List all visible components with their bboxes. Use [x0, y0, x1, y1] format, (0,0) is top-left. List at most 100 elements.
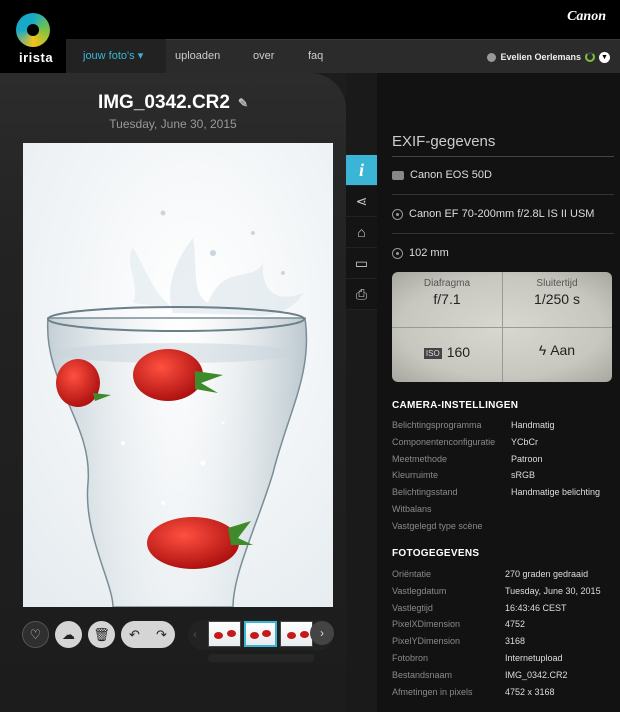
chevron-left-icon[interactable]: ‹ [188, 623, 202, 647]
info-row: Componentenconfiguratie YCbCr [392, 437, 616, 453]
focal-length: 102 mm [409, 247, 449, 259]
aperture-value: f/7.1 [433, 291, 461, 307]
iso-icon: ISO [423, 347, 442, 359]
info-key: Witbalans [392, 504, 432, 514]
info-row: Witbalans [392, 504, 616, 520]
divider [392, 233, 614, 234]
info-row: PixelYDimension 3168 [392, 636, 616, 652]
info-key: Componentenconfiguratie [392, 436, 496, 447]
thumbnail-selected[interactable] [244, 621, 277, 647]
info-value: Handmatige belichting [511, 487, 601, 498]
rotate-group: ↶ ↷ [121, 621, 175, 648]
info-row: Afmetingen in pixels 4752 x 3168 [392, 687, 616, 703]
rotate-right-icon[interactable]: ↷ [148, 621, 175, 648]
file-title: IMG_0342.CR2 ✎ [0, 92, 346, 114]
user-name: Evelien Oerlemans [500, 52, 581, 62]
iso-value: 160 [446, 344, 471, 360]
info-row: Oriëntatie 270 graden gedraaid [392, 569, 616, 585]
nav-uploaden[interactable]: uploaden [175, 40, 220, 74]
shutter-label: Sluitertijd [536, 278, 578, 289]
focal-length-icon [392, 247, 403, 259]
info-value: Tuesday, June 30, 2015 [505, 585, 601, 596]
camera-settings-title: CAMERA-INSTELLINGEN [392, 400, 519, 411]
print-icon[interactable]: ⎙ [346, 279, 377, 310]
share-icon[interactable]: ⋖ [346, 186, 377, 217]
info-row: Fotobron Internetupload [392, 653, 616, 669]
shutter-value: 1/250 s [534, 291, 580, 307]
canon-brand: Canon [567, 9, 606, 24]
info-value: Internetupload [505, 653, 563, 663]
info-key: Meetmethode [392, 453, 448, 464]
download-cloud-icon[interactable]: ☁ [55, 621, 82, 648]
nav-label: jouw foto's [83, 50, 135, 62]
nav-faq[interactable]: faq [308, 40, 323, 74]
chevron-right-icon[interactable]: › [310, 621, 334, 645]
info-key: Kleurruimte [392, 470, 439, 481]
exposure-lcd: Diafragma f/7.1 Sluitertijd 1/250 s ISO 1… [392, 272, 612, 382]
info-key: Belichtingsprogramma [392, 420, 482, 430]
info-key: Vastgelegd type scène [392, 520, 483, 531]
trash-icon[interactable]: 🗑 [88, 621, 115, 648]
exif-title: EXIF-gegevens [392, 133, 496, 150]
info-value: 16:43:46 CEST [505, 602, 567, 613]
info-value: 3168 [505, 636, 526, 647]
photo-date: Tuesday, June 30, 2015 [109, 117, 237, 131]
album-icon[interactable]: ▭ [346, 248, 377, 279]
aperture-label: Diafragma [423, 278, 471, 289]
flash-cell: ϟ Aan [502, 340, 612, 358]
main-nav: jouw foto's ▾ uploaden over faq Evelien … [66, 39, 620, 73]
thumbnail[interactable] [208, 621, 241, 647]
info-icon[interactable]: i [346, 155, 377, 186]
iso-cell: ISO 160 [392, 342, 502, 360]
flash-value: Aan [550, 342, 576, 358]
nav-over[interactable]: over [253, 40, 274, 74]
info-key: Vastlegtijd [392, 602, 433, 613]
photo-data-title: FOTOGEGEVENS [392, 548, 480, 559]
pencil-icon[interactable]: ✎ [238, 96, 248, 110]
thumbnail-scrollbar[interactable] [208, 654, 314, 662]
storage-indicator-icon [585, 52, 595, 62]
info-row: Meetmethode Patroon [392, 454, 616, 470]
info-key: Oriëntatie [392, 569, 432, 579]
thumbnail[interactable] [280, 621, 313, 647]
info-row: Vastlegtijd 16:43:46 CEST [392, 603, 616, 619]
user-menu[interactable]: Evelien Oerlemans ▼ [487, 40, 610, 74]
info-row: Vastgelegd type scène [392, 521, 616, 537]
lens-icon [392, 208, 403, 220]
info-value: YCbCr [511, 436, 539, 447]
thumbnail-strip: ‹ › [188, 620, 334, 650]
chevron-down-icon: ▾ [137, 50, 144, 62]
divider [392, 156, 614, 157]
photo-preview[interactable] [23, 143, 333, 607]
info-key: PixelXDimension [392, 619, 461, 630]
favorite-heart-icon[interactable]: ♡ [22, 621, 49, 648]
info-value: Handmatig [511, 420, 555, 430]
camera-model: Canon EOS 50D [410, 169, 492, 181]
user-icon [487, 52, 497, 62]
side-tabs: i ⋖ ⌂ ▭ ⎙ [346, 155, 377, 310]
flash-icon: ϟ [538, 342, 547, 358]
info-value: IMG_0342.CR2 [505, 669, 568, 680]
shutter-cell: Sluitertijd 1/250 s [502, 278, 612, 307]
info-value: sRGB [511, 470, 536, 481]
rotate-left-icon[interactable]: ↶ [121, 621, 148, 648]
file-name: IMG_0342.CR2 [97, 92, 230, 113]
camera-row: Canon EOS 50D [392, 169, 492, 181]
tag-icon[interactable]: ⌂ [346, 217, 377, 248]
logo-text: irista [19, 50, 54, 65]
top-header: irista Canon jouw foto's ▾ uploaden over… [0, 0, 620, 73]
aperture-cell: Diafragma f/7.1 [392, 278, 502, 307]
chevron-down-icon[interactable]: ▼ [599, 51, 610, 63]
info-value: 4752 [505, 619, 526, 630]
nav-jouw-fotos[interactable]: jouw foto's ▾ [83, 40, 143, 74]
irista-logo-icon [16, 13, 50, 47]
info-key: Vastlegdatum [392, 585, 447, 596]
info-key: Belichtingsstand [392, 487, 458, 498]
info-value: Patroon [511, 453, 543, 464]
irista-logo[interactable]: irista [0, 0, 66, 73]
info-key: Afmetingen in pixels [392, 686, 473, 697]
info-row: Belichtingsstand Handmatige belichting [392, 487, 616, 503]
info-row: Belichtingsprogramma Handmatig [392, 420, 616, 436]
info-key: Fotobron [392, 653, 429, 663]
lens-model: Canon EF 70-200mm f/2.8L IS II USM [409, 208, 595, 220]
